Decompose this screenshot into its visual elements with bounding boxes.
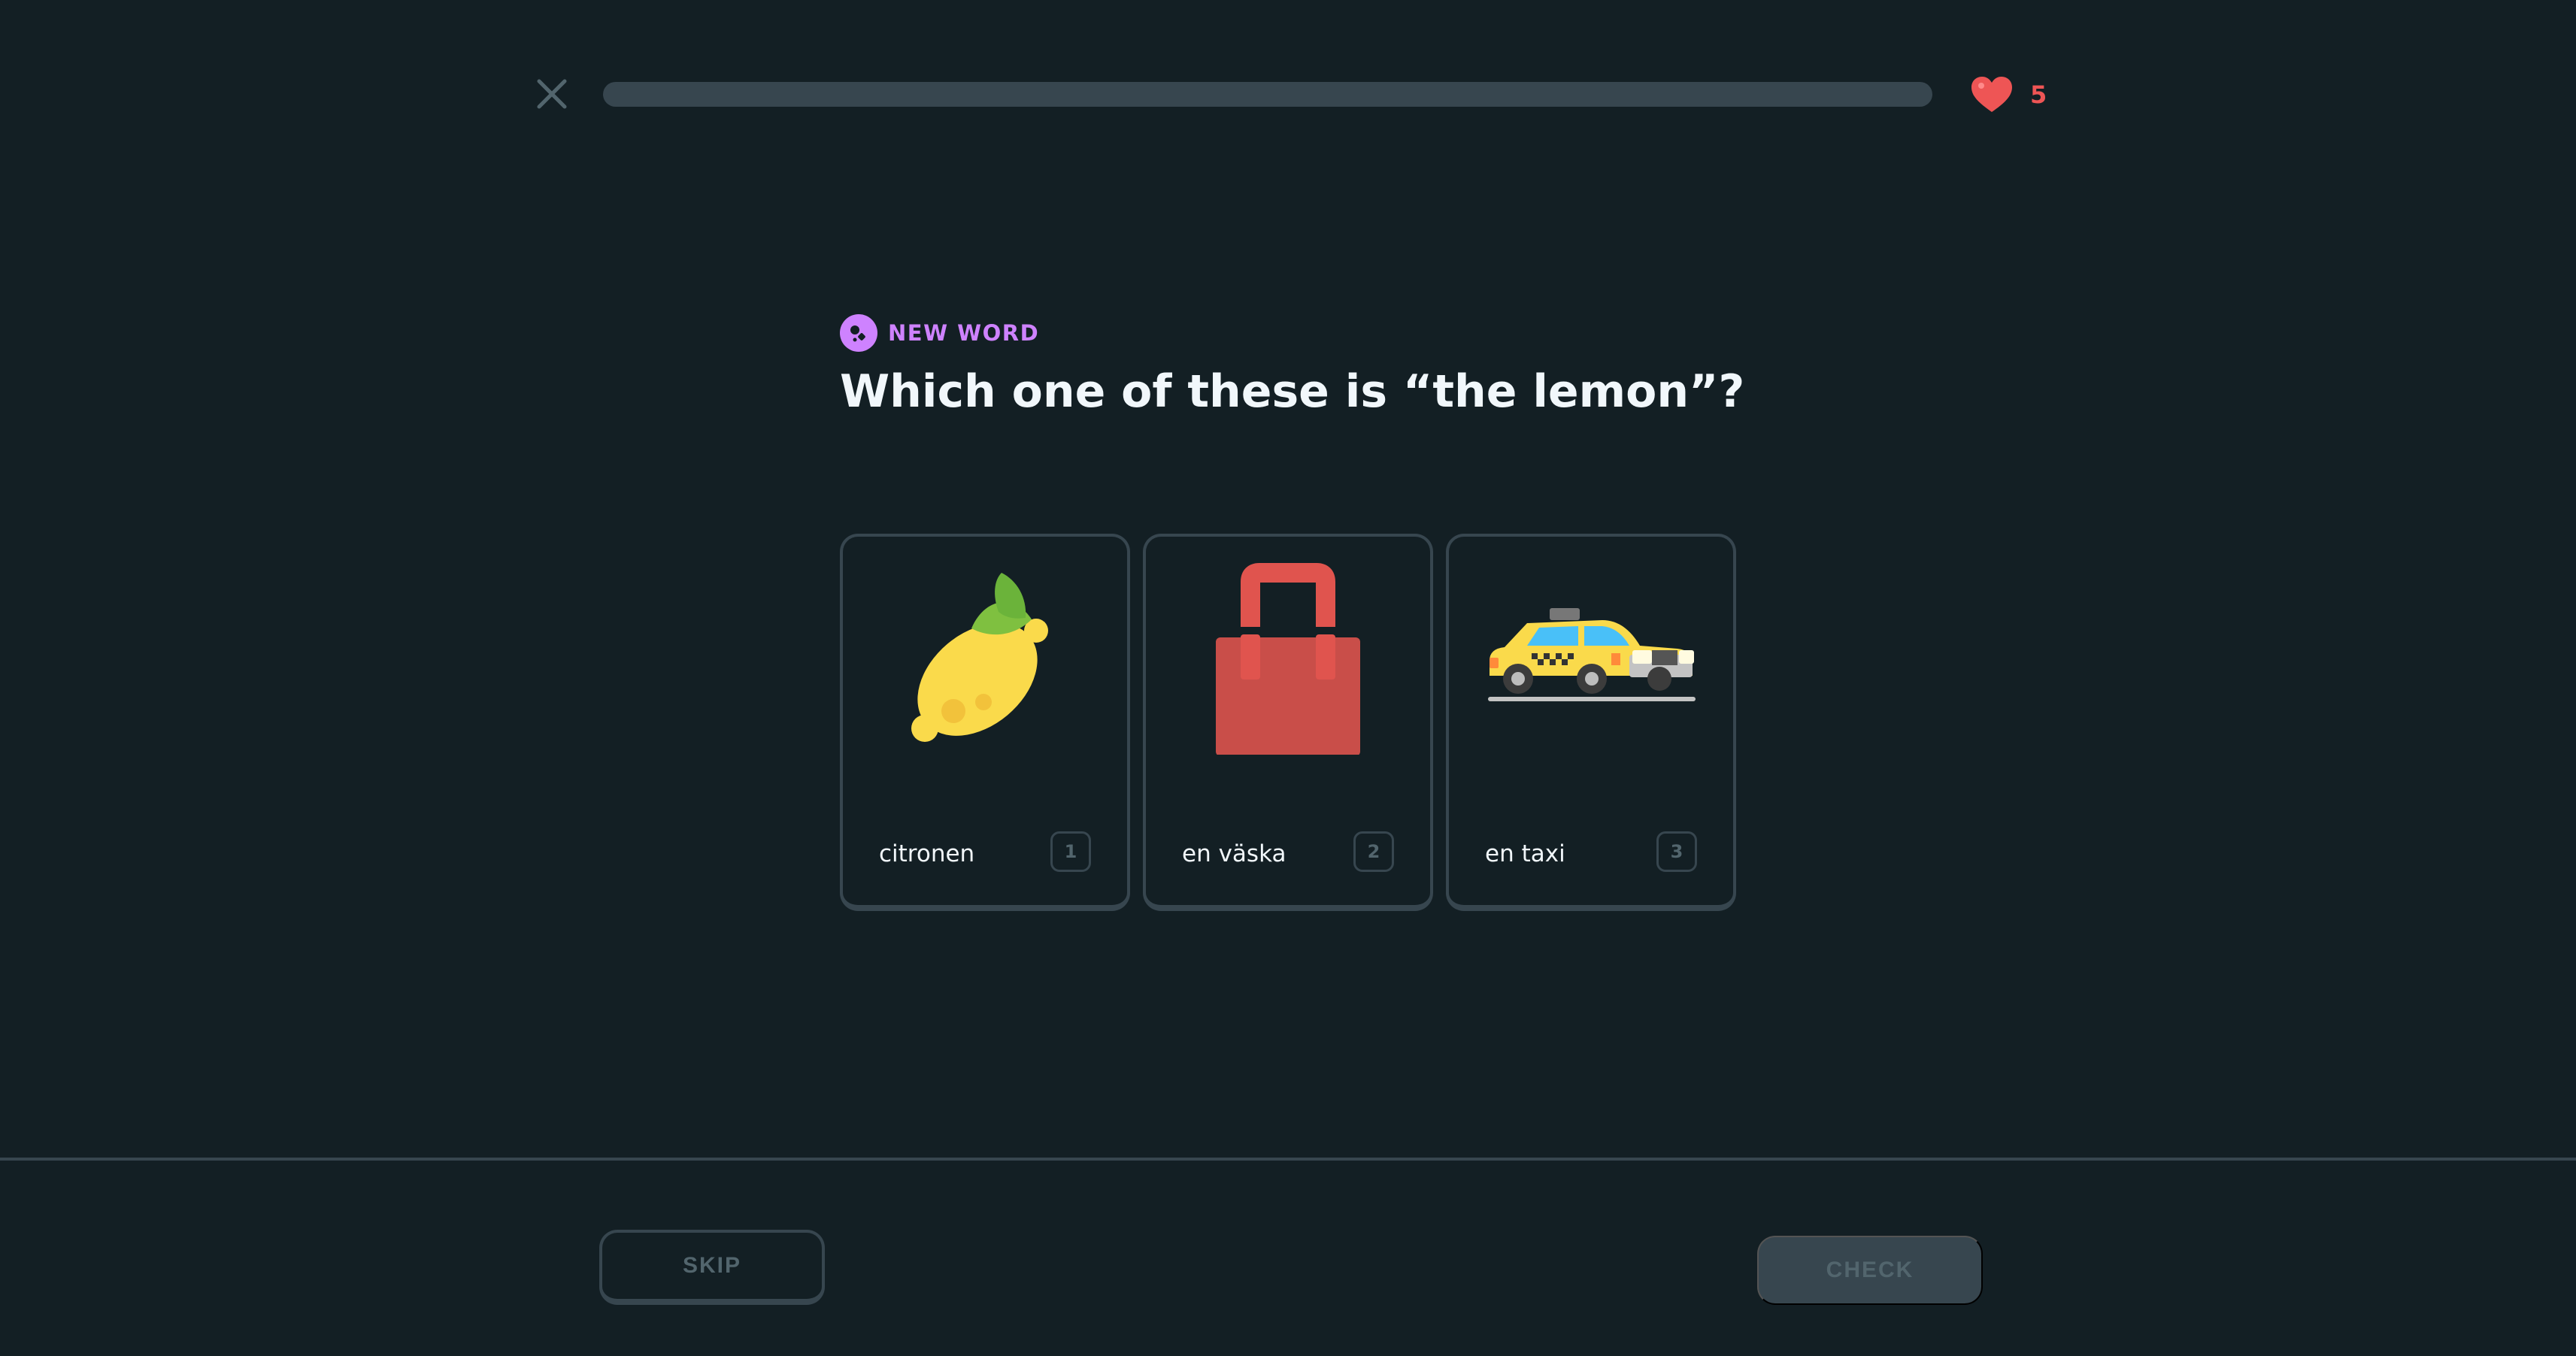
choice-label: citronen — [879, 840, 975, 867]
choice-list: citronen 1 en väska 2 en taxi 3 — [840, 534, 1736, 911]
choice-key-hint: 3 — [1656, 831, 1697, 872]
close-icon — [537, 79, 567, 109]
taxi-icon — [1488, 608, 1696, 701]
skip-button[interactable]: SKIP — [599, 1230, 825, 1305]
check-button[interactable]: CHECK — [1757, 1236, 1983, 1305]
choice-label: en taxi — [1485, 840, 1565, 867]
choice-key-hint: 1 — [1050, 831, 1091, 872]
progress-bar — [603, 82, 1932, 107]
choice-card-1[interactable]: citronen 1 — [840, 534, 1130, 911]
hearts-count: 5 — [2030, 80, 2047, 109]
lemon-icon — [911, 573, 1048, 742]
choice-key-hint: 2 — [1353, 831, 1394, 872]
new-word-badge: NEW WORD — [840, 314, 1039, 352]
new-word-icon — [840, 314, 877, 352]
bag-icon — [1216, 563, 1360, 755]
new-word-label: NEW WORD — [888, 320, 1040, 346]
choice-card-3[interactable]: en taxi 3 — [1446, 534, 1736, 911]
heart-icon — [1971, 77, 2012, 112]
close-button[interactable] — [535, 77, 569, 111]
lesson-screen: 5 NEW WORD Which one of these is “the le… — [0, 0, 2576, 1356]
hearts-counter[interactable]: 5 — [1970, 76, 2047, 114]
choice-card-2[interactable]: en väska 2 — [1143, 534, 1433, 911]
choice-label: en väska — [1182, 840, 1286, 867]
question-title: Which one of these is “the lemon”? — [840, 365, 1745, 418]
footer-divider — [0, 1158, 2576, 1161]
